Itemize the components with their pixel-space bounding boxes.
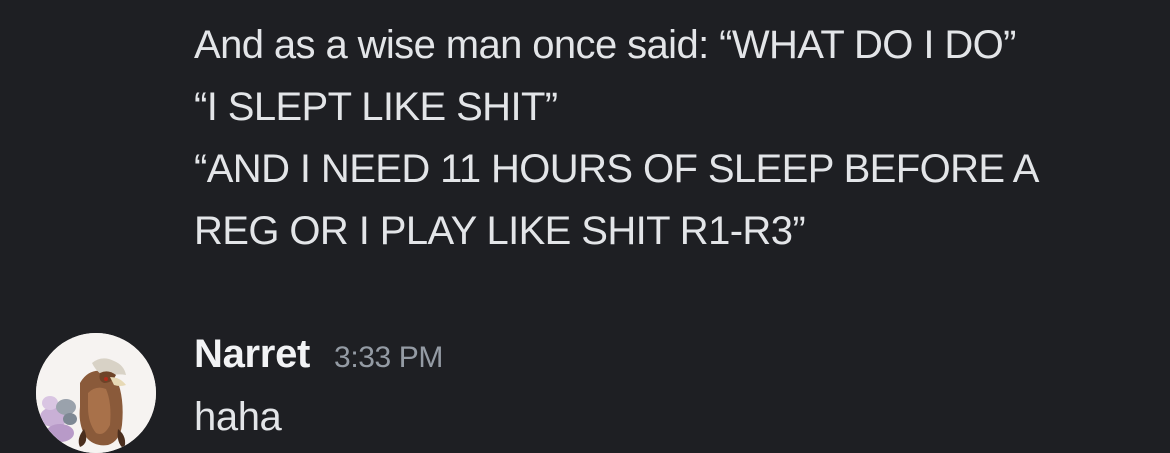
continued-message: And as a wise man once said: “WHAT DO I … bbox=[194, 14, 1154, 262]
message-line: “AND I NEED 11 HOURS OF SLEEP BEFORE A bbox=[194, 147, 1039, 191]
avatar[interactable] bbox=[36, 333, 156, 453]
pokemon-entei-avatar-icon bbox=[36, 333, 156, 453]
message-line: And as a wise man once said: “WHAT DO I … bbox=[194, 23, 1016, 67]
message-line: REG OR I PLAY LIKE SHIT R1-R3” bbox=[194, 209, 806, 253]
message-group: Narret 3:33 PM haha bbox=[0, 330, 1170, 453]
message-header: Narret 3:33 PM bbox=[194, 332, 443, 382]
message-line: “I SLEPT LIKE SHIT” bbox=[194, 85, 558, 129]
username[interactable]: Narret bbox=[194, 332, 310, 377]
message-text: haha bbox=[194, 395, 282, 439]
timestamp: 3:33 PM bbox=[334, 341, 443, 374]
chat-messages: And as a wise man once said: “WHAT DO I … bbox=[0, 0, 1170, 453]
